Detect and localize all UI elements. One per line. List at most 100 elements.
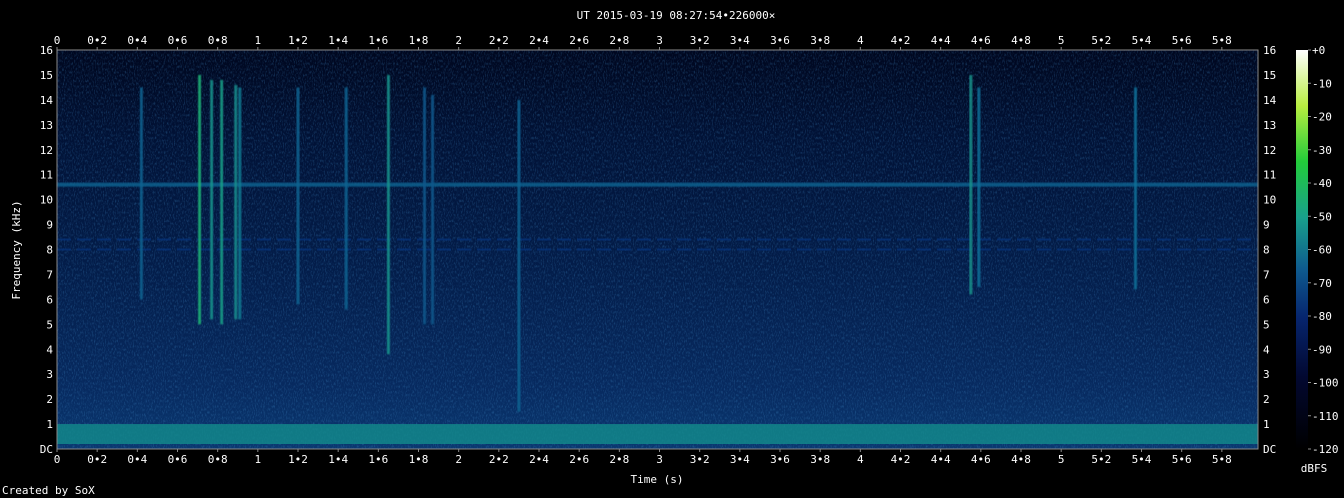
x-tick-label-top: 1•2: [288, 34, 308, 47]
x-tick-label-bottom: 4•8: [1011, 453, 1031, 466]
colorbar-tick-label: -80: [1312, 310, 1332, 323]
y-tick-label-left: 5: [46, 318, 53, 331]
x-tick-label-top: 5: [1058, 34, 1065, 47]
colorbar-label: dBFS: [1301, 462, 1328, 475]
x-tick-label-top: 1•6: [368, 34, 388, 47]
spectrogram-chart: UT 2015-03-19 08:27:54•226000× 0 0•2 0•4 0•…: [2, 9, 1339, 497]
y-tick-label-right: 14: [1263, 94, 1277, 107]
y-tick-label-right: 4: [1263, 343, 1270, 356]
y-tick-label-right: 12: [1263, 144, 1276, 157]
x-tick-label-bottom: 0•2: [87, 453, 107, 466]
x-tick-label-bottom: 5: [1058, 453, 1065, 466]
x-tick-label-bottom: 0•6: [168, 453, 188, 466]
y-tick-label-left: 4: [46, 343, 53, 356]
footer-credit: Created by SoX: [2, 484, 95, 497]
colorbar-tick-label: -100: [1312, 377, 1339, 390]
y-tick-label-left: 13: [40, 119, 53, 132]
x-tick-label-bottom: 1•2: [288, 453, 308, 466]
x-tick-label-top: 0•4: [127, 34, 147, 47]
x-tick-label-top: 4•6: [971, 34, 991, 47]
x-tick-label-top: 2: [455, 34, 462, 47]
colorbar-tick-label: -40: [1312, 177, 1332, 190]
x-tick-label-top: 3: [656, 34, 663, 47]
chart-title: UT 2015-03-19 08:27:54•226000×: [577, 9, 776, 22]
vertical-burst: [198, 74, 202, 325]
y-tick-label-right: 16: [1263, 44, 1276, 57]
x-tick-label-bottom: 4•4: [931, 453, 951, 466]
y-tick-label-left: 14: [40, 94, 54, 107]
x-tick-label-bottom: 3•6: [770, 453, 790, 466]
x-tick-label-top: 0•2: [87, 34, 107, 47]
vertical-burst: [977, 87, 981, 287]
y-tick-label-left: 1: [46, 418, 53, 431]
x-tick-label-bottom: 1•6: [368, 453, 388, 466]
x-tick-label-top: 4•8: [1011, 34, 1031, 47]
x-tick-label-top: 5•4: [1132, 34, 1152, 47]
y-tick-label-right: 2: [1263, 393, 1270, 406]
colorbar-tick-label: -110: [1312, 410, 1339, 423]
x-tick-label-bottom: 3: [656, 453, 663, 466]
x-tick-label-bottom: 1•8: [409, 453, 429, 466]
x-tick-label-top: 5•2: [1091, 34, 1111, 47]
colorbar-ticks: +0 -10 -20 -30 -40 -50 -60 -70 -80 -90 -100 -110 -12…: [1308, 44, 1339, 456]
y-tick-label-right: 8: [1263, 244, 1270, 257]
x-tick-label-top: 2•2: [489, 34, 509, 47]
x-tick-label-bottom: 0: [54, 453, 61, 466]
colorbar: +0 -10 -20 -30 -40 -50 -60 -70 -80 -90 -100 -110 -12…: [1296, 44, 1339, 475]
x-tick-label-bottom: 4•6: [971, 453, 991, 466]
vertical-burst: [969, 74, 973, 295]
x-tick-label-bottom: 5•2: [1091, 453, 1111, 466]
vertical-burst: [238, 87, 242, 320]
x-tick-label-top: 5•8: [1212, 34, 1232, 47]
vertical-burst: [423, 87, 427, 325]
x-tick-label-bottom: 5•4: [1132, 453, 1152, 466]
colorbar-tick-label: -120: [1312, 443, 1339, 456]
vertical-burst: [296, 87, 300, 305]
x-tick-label-top: 3•4: [730, 34, 750, 47]
y-tick-label-left: 12: [40, 144, 53, 157]
x-tick-label-top: 4•2: [891, 34, 911, 47]
x-tick-label-top: 2•6: [569, 34, 589, 47]
vertical-burst: [139, 87, 143, 300]
x-tick-label-top: 5•6: [1172, 34, 1192, 47]
y-tick-label-right: 1: [1263, 418, 1270, 431]
colorbar-tick-label: -50: [1312, 210, 1332, 223]
x-tick-label-top: 2•4: [529, 34, 549, 47]
colorbar-tick-label: -20: [1312, 111, 1332, 124]
x-tick-label-top: 1•8: [409, 34, 429, 47]
vertical-burst: [431, 94, 435, 325]
y-tick-label-right: 6: [1263, 293, 1270, 306]
y-tick-label-left: 11: [40, 169, 53, 182]
x-tick-label-bottom: 2•2: [489, 453, 509, 466]
y-tick-label-right: DC: [1263, 443, 1276, 456]
x-tick-label-bottom: 5•6: [1172, 453, 1192, 466]
y-tick-label-left: 16: [40, 44, 53, 57]
y-tick-label-left: 3: [46, 368, 53, 381]
y-axis-label: Frequency (kHz): [10, 200, 23, 299]
vertical-burst: [386, 74, 390, 355]
x-tick-label-bottom: 1: [255, 453, 262, 466]
y-tick-label-right: 10: [1263, 194, 1276, 207]
x-axis-top: 0 0•2 0•4 0•6 0•8 1 1•2 1•4 1•6 1•8 2 2•2 2•4 2•6 2•8 3…: [54, 34, 1232, 50]
x-tick-label-top: 0•6: [168, 34, 188, 47]
x-tick-label-bottom: 3•4: [730, 453, 750, 466]
y-tick-label-right: 7: [1263, 268, 1270, 281]
x-tick-label-top: 3•8: [810, 34, 830, 47]
colorbar-gradient: [1296, 50, 1308, 449]
y-tick-label-left: 15: [40, 69, 53, 82]
y-tick-label-left: 9: [46, 219, 53, 232]
y-tick-label-left: 7: [46, 268, 53, 281]
x-tick-label-top: 4•4: [931, 34, 951, 47]
x-axis-bottom: 0 0•2 0•4 0•6 0•8 1 1•2 1•4 1•6 1•8 2 2•2 2•4 2•6 2•8 3…: [54, 449, 1232, 466]
vertical-burst: [1133, 87, 1137, 290]
low-frequency-band: [57, 424, 1258, 445]
vertical-burst: [517, 99, 521, 412]
x-tick-label-bottom: 2•8: [609, 453, 629, 466]
colorbar-tick-label: +0: [1312, 44, 1325, 57]
y-tick-label-right: 9: [1263, 219, 1270, 232]
colorbar-tick-label: -70: [1312, 277, 1332, 290]
vertical-burst: [344, 87, 348, 310]
x-tick-label-bottom: 4•2: [891, 453, 911, 466]
y-tick-label-left: 10: [40, 194, 53, 207]
x-tick-label-bottom: 2•6: [569, 453, 589, 466]
